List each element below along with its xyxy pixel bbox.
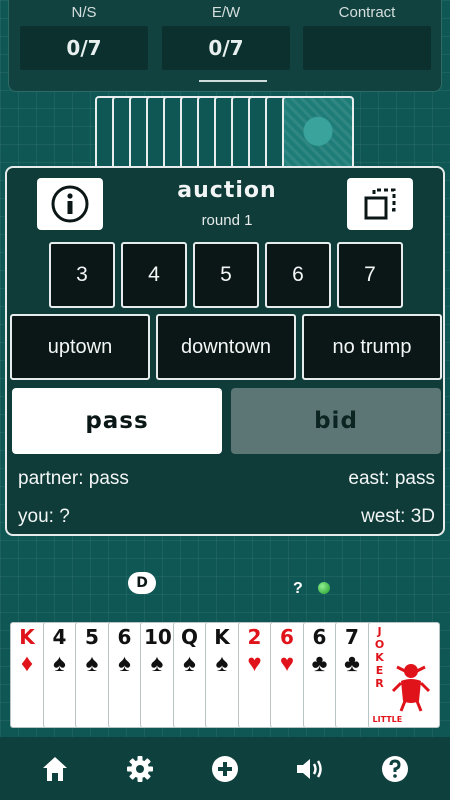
no-trump-button[interactable]: no trump	[302, 314, 442, 380]
hand-card[interactable]: J O K E R LITTLE	[367, 622, 440, 728]
level-5-button[interactable]: 5	[193, 242, 259, 308]
ns-value: 0/7	[20, 26, 148, 70]
card-rank: Q	[180, 625, 198, 649]
card-rank: 4	[52, 625, 67, 649]
card-rank: 10	[144, 625, 172, 649]
help-button[interactable]	[377, 751, 413, 787]
jester-icon	[391, 664, 430, 712]
bottom-toolbar	[0, 737, 450, 800]
auction-title: auction	[177, 178, 277, 203]
copy-icon	[364, 188, 396, 220]
card-suit: ♠	[53, 650, 66, 677]
volume-icon	[297, 759, 322, 779]
score-panel: N/S 0/7 E/W 0/7 Contract	[8, 0, 442, 92]
plus-icon	[212, 756, 238, 782]
card-rank: 6	[312, 625, 327, 649]
new-game-button[interactable]	[207, 751, 243, 787]
partner-status: partner: pass	[18, 468, 129, 489]
ew-value: 0/7	[162, 26, 290, 70]
card-suit: ♥	[279, 650, 295, 677]
auction-dialog: auction round 1 3 4 5 6 7 uptown downtow…	[5, 166, 445, 536]
joker-sub-label: LITTLE	[372, 715, 403, 724]
card-suit: ♠	[85, 650, 99, 677]
level-6-button[interactable]: 6	[265, 242, 331, 308]
partner-card-back	[282, 96, 354, 174]
info-button[interactable]	[37, 178, 103, 230]
pass-button[interactable]: pass	[12, 388, 222, 454]
auction-round: round 1	[201, 212, 253, 229]
downtown-button[interactable]: downtown	[156, 314, 296, 380]
you-status: you: ?	[18, 506, 70, 527]
bid-button[interactable]: bid	[231, 388, 441, 454]
card-suit: ♣	[311, 650, 328, 677]
contract-score: Contract	[303, 4, 431, 70]
card-rank: K	[19, 625, 35, 649]
level-4-button[interactable]: 4	[121, 242, 187, 308]
player-hand: K ♦ 4 ♠ 5 ♠ 6 ♠ 10 ♠ Q ♠ K ♠ 2 ♥ 6 ♥ 6 ♣ 7 ♣ J O K E R LITTLE	[10, 622, 442, 730]
card-suit: ♦	[20, 650, 34, 677]
ns-score: N/S 0/7	[20, 4, 148, 70]
settings-button[interactable]	[122, 751, 158, 787]
card-suit: ♠	[150, 650, 164, 677]
joker-label: J O K E R	[374, 625, 385, 690]
card-rank: 7	[345, 625, 359, 649]
west-status: west: 3D	[361, 506, 435, 527]
layout-button[interactable]	[347, 178, 413, 230]
level-3-button[interactable]: 3	[49, 242, 115, 308]
help-icon	[382, 756, 408, 782]
info-icon	[51, 185, 89, 223]
contract-label: Contract	[338, 4, 396, 21]
contract-value	[303, 26, 431, 70]
card-rank: 2	[247, 625, 262, 649]
card-suit: ♥	[247, 650, 262, 677]
card-suit: ♣	[344, 650, 360, 677]
home-button[interactable]	[37, 751, 73, 787]
home-icon	[43, 757, 67, 781]
sound-button[interactable]	[292, 751, 328, 787]
card-suit: ♠	[215, 650, 229, 677]
east-status: east: pass	[348, 468, 435, 489]
card-suit: ♠	[183, 650, 196, 677]
card-rank: K	[214, 625, 230, 649]
card-rank: 6	[280, 625, 294, 649]
card-suit: ♠	[118, 650, 131, 677]
dealer-marker: D	[128, 572, 156, 594]
ew-label: E/W	[211, 4, 241, 21]
turn-indicator	[318, 582, 330, 594]
uptown-button[interactable]: uptown	[10, 314, 150, 380]
card-rank: 5	[85, 625, 99, 649]
partner-hand	[95, 96, 357, 176]
unknown-marker: ?	[293, 580, 303, 597]
gear-icon	[127, 756, 153, 782]
level-7-button[interactable]: 7	[337, 242, 403, 308]
score-divider	[199, 80, 267, 82]
card-rank: 6	[117, 625, 132, 649]
ew-score: E/W 0/7	[162, 4, 290, 70]
ns-label: N/S	[71, 4, 97, 21]
